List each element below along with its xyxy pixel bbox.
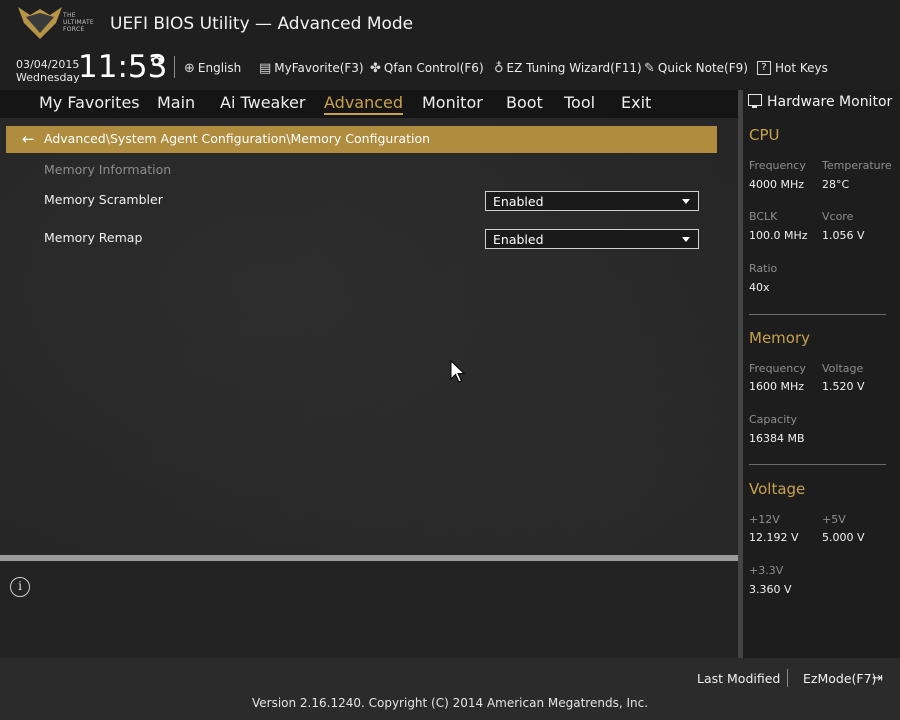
hardware-monitor-title: Hardware Monitor	[767, 94, 893, 110]
qfan-control-label: Qfan Control(F6)	[383, 61, 484, 75]
memory-frequency-label: Frequency	[749, 362, 806, 375]
hot-keys-button[interactable]: ? Hot Keys	[757, 58, 828, 78]
chevron-down-icon	[682, 237, 690, 242]
ez-tuning-wizard-label: EZ Tuning Wizard(F11)	[506, 61, 642, 75]
capacity-value: 16384 MB	[749, 432, 805, 445]
cpu-frequency-label: Frequency	[749, 159, 806, 172]
tab-exit[interactable]: Exit	[621, 93, 651, 112]
favorite-icon: ▤	[259, 60, 272, 76]
chevron-down-icon	[682, 199, 690, 204]
tab-main[interactable]: Main	[157, 93, 195, 112]
v5-value: 5.000 V	[822, 531, 865, 544]
memory-frequency-value: 1600 MHz	[749, 380, 805, 393]
v33-label: +3.3V	[749, 564, 784, 577]
main-nav: My Favorites Main Ai Tweaker Advanced Mo…	[0, 90, 738, 118]
cpu-heading: CPU	[749, 126, 780, 144]
memory-heading: Memory	[749, 329, 811, 347]
voltage-heading: Voltage	[749, 480, 806, 498]
v5-label: +5V	[822, 513, 846, 526]
tab-ai-tweaker[interactable]: Ai Tweaker	[220, 93, 305, 112]
capacity-label: Capacity	[749, 413, 798, 426]
footer	[0, 658, 900, 720]
hw-divider	[749, 464, 886, 465]
logo-text: THE ULTIMATE FORCE	[63, 12, 95, 33]
memory-remap-label: Memory Remap	[44, 230, 143, 245]
tab-boot[interactable]: Boot	[506, 93, 543, 112]
ez-tuning-wizard-button[interactable]: ♁ EZ Tuning Wizard(F11)	[494, 58, 642, 78]
v12-label: +12V	[749, 513, 780, 526]
version-text: Version 2.16.1240. Copyright (C) 2014 Am…	[251, 696, 649, 710]
breadcrumb-path: Advanced\System Agent Configuration\Memo…	[44, 131, 431, 146]
memory-scrambler-value: Enabled	[493, 194, 544, 209]
weekday: Wednesday	[16, 71, 80, 84]
myfavorite-label: MyFavorite(F3)	[274, 61, 364, 75]
tab-tool[interactable]: Tool	[564, 93, 595, 112]
memory-voltage-value: 1.520 V	[822, 380, 865, 393]
info-icon: i	[10, 577, 30, 597]
hw-divider	[749, 314, 886, 315]
gear-icon[interactable]: ✿	[150, 52, 163, 70]
cpu-temperature-label: Temperature	[822, 159, 892, 172]
tab-monitor[interactable]: Monitor	[422, 93, 483, 112]
exit-icon[interactable]: ⇥	[872, 671, 883, 686]
tab-my-favorites[interactable]: My Favorites	[39, 93, 140, 112]
memory-information-label: Memory Information	[44, 162, 172, 177]
hot-keys-label: Hot Keys	[775, 61, 828, 75]
memory-scrambler-select[interactable]: Enabled	[485, 191, 699, 211]
footer-divider	[787, 669, 788, 687]
language-label: English	[197, 61, 242, 75]
language-button[interactable]: ⊕ English	[184, 58, 241, 78]
back-arrow-icon[interactable]: ←	[22, 130, 35, 148]
monitor-icon	[748, 94, 762, 108]
memory-remap-select[interactable]: Enabled	[485, 229, 699, 249]
vcore-label: Vcore	[822, 210, 854, 223]
header: THE ULTIMATE FORCE UEFI BIOS Utility — A…	[0, 0, 900, 90]
date: 03/04/2015	[16, 58, 80, 71]
cpu-frequency-value: 4000 MHz	[749, 178, 805, 191]
bclk-value: 100.0 MHz	[749, 229, 808, 242]
ratio-label: Ratio	[749, 262, 778, 275]
qfan-control-button[interactable]: ✤ Qfan Control(F6)	[370, 58, 484, 78]
v33-value: 3.360 V	[749, 583, 792, 596]
lightbulb-icon: ♁	[494, 60, 504, 76]
myfavorite-button[interactable]: ▤ MyFavorite(F3)	[259, 58, 364, 78]
cpu-temperature-value: 28°C	[822, 178, 850, 191]
mouse-cursor-icon	[450, 359, 466, 388]
tab-advanced[interactable]: Advanced	[324, 93, 404, 115]
last-modified-button[interactable]: Last Modified	[697, 671, 780, 686]
v12-value: 12.192 V	[749, 531, 799, 544]
breadcrumb: ← Advanced\System Agent Configuration\Me…	[6, 126, 717, 153]
header-divider	[174, 56, 175, 78]
quick-note-button[interactable]: ✎ Quick Note(F9)	[644, 58, 748, 78]
globe-icon: ⊕	[184, 60, 195, 76]
help-area	[0, 561, 738, 658]
note-icon: ✎	[644, 60, 655, 76]
quick-note-label: Quick Note(F9)	[657, 61, 748, 75]
vcore-value: 1.056 V	[822, 229, 865, 242]
memory-scrambler-label: Memory Scrambler	[44, 192, 163, 207]
memory-remap-value: Enabled	[493, 232, 544, 247]
ratio-value: 40x	[749, 281, 770, 294]
date-display: 03/04/2015 Wednesday	[16, 58, 80, 84]
memory-voltage-label: Voltage	[822, 362, 864, 375]
question-icon: ?	[757, 61, 771, 75]
app-title: UEFI BIOS Utility — Advanced Mode	[110, 14, 414, 34]
bclk-label: BCLK	[749, 210, 778, 223]
fan-icon: ✤	[370, 60, 381, 76]
ezmode-button[interactable]: EzMode(F7)	[803, 671, 876, 686]
